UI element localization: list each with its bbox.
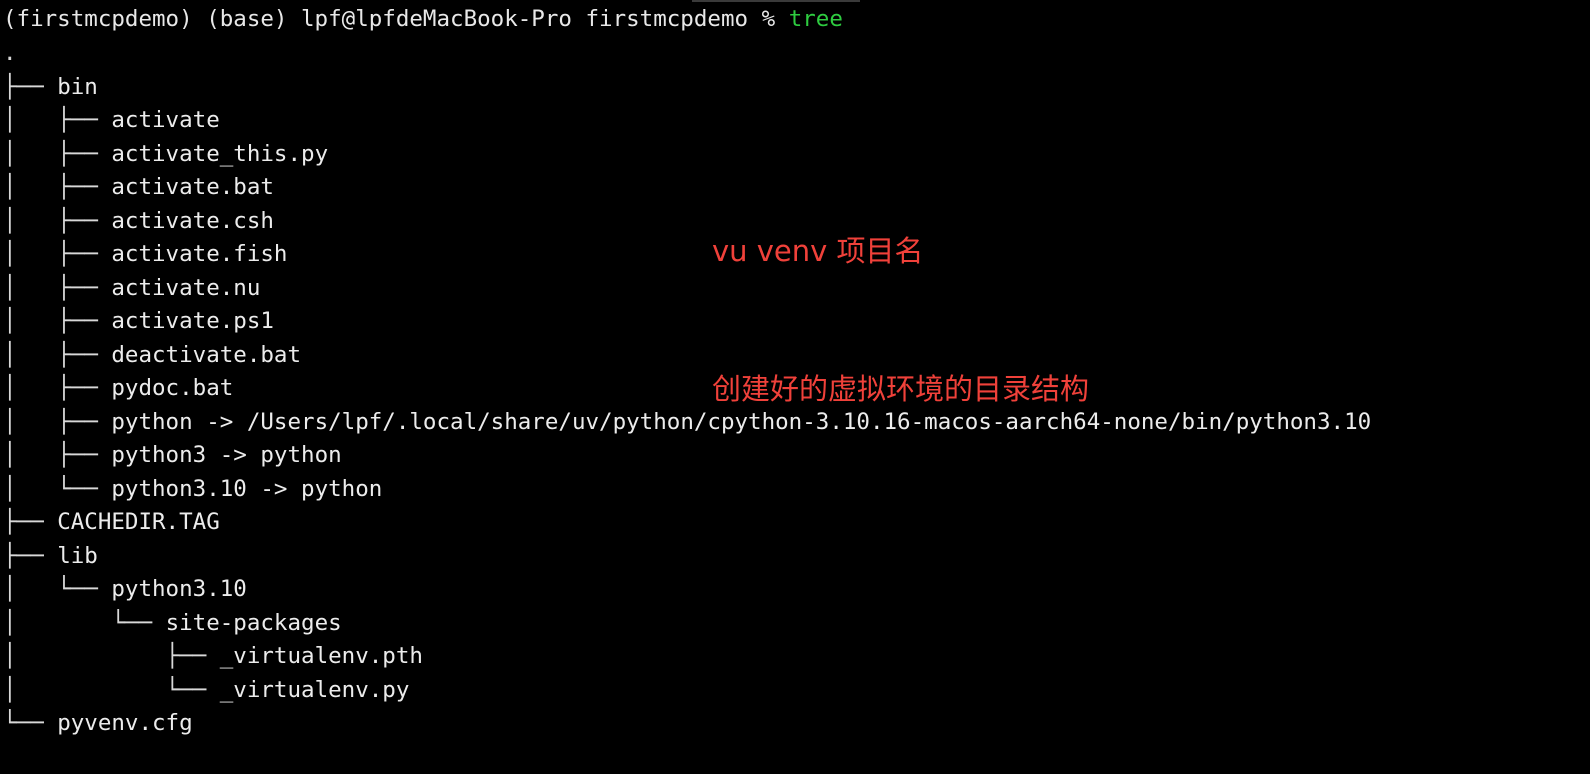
tree-guide: │ ├── (3, 341, 112, 368)
annotation: vu venv 项目名 创建好的虚拟环境的目录结构 (712, 136, 1089, 504)
tree-row: │ └── site-packages (3, 606, 342, 640)
tree-entry-name: site-packages (165, 609, 342, 636)
tree-row: │ └── python3.10 (3, 572, 247, 606)
tree-entry-name: activate (111, 107, 220, 133)
tree-row: │ ├── pydoc.bat (3, 371, 233, 405)
tree-entry-name: activate.fish (111, 241, 288, 267)
tree-row: │ ├── deactivate.bat (3, 338, 301, 372)
tree-row: └── pyvenv.cfg (3, 706, 193, 740)
tree-guide: │ ├── (3, 140, 112, 167)
annotation-line-2: 创建好的虚拟环境的目录结构 (712, 372, 1090, 406)
tree-entry-name: activate.nu (111, 274, 261, 301)
tree-entry-name: activate.csh (111, 207, 274, 234)
tree-guide: │ ├── (3, 174, 112, 200)
tree-row: │ └── _virtualenv.py (3, 673, 409, 707)
tree-entry-name: _virtualenv.pth (219, 643, 423, 669)
tree-entry-name: pyvenv.cfg (57, 710, 193, 736)
tree-row: │ ├── _virtualenv.pth (3, 639, 423, 673)
tree-row: │ ├── activate_this.py (3, 137, 328, 171)
tree-guide: │ ├── (3, 274, 112, 301)
command-text: tree (788, 6, 843, 32)
tree-guide: ├── (3, 509, 58, 535)
tree-guide: │ ├── (3, 408, 112, 435)
tree-row: │ ├── activate (3, 103, 220, 137)
tree-guide: ├── (3, 542, 58, 569)
tree-row: │ ├── activate.fish (3, 237, 287, 271)
tree-row: │ ├── python -> /Users/lpf/.local/share/… (3, 405, 1371, 439)
tree-entry-name: CACHEDIR.TAG (57, 509, 220, 535)
tree-guide: │ ├── (3, 442, 112, 468)
tree-entry-name: _virtualenv.py (219, 676, 410, 703)
tree-row: │ ├── activate.csh (3, 204, 274, 238)
annotation-line-1: vu venv 项目名 (712, 234, 924, 268)
tree-row: . (3, 36, 17, 70)
tree-row: ├── lib (3, 539, 98, 573)
tree-entry-name: activate_this.py (111, 140, 329, 167)
tree-row: │ ├── python3 -> python (3, 438, 342, 472)
tree-guide: │ └── (3, 576, 112, 602)
tree-entry-name: python3 -> python (111, 442, 342, 468)
tree-entry-name: pydoc.bat (111, 375, 234, 401)
tree-row: ├── CACHEDIR.TAG (3, 505, 220, 539)
tree-guide: └── (3, 710, 58, 736)
tree-guide: │ └── (3, 609, 166, 636)
prompt-line: (firstmcpdemo) (base) lpf@lpfdeMacBook-P… (3, 2, 843, 36)
tree-guide: │ ├── (3, 375, 112, 401)
tree-row: ├── bin (3, 70, 98, 104)
tree-guide: │ └── (3, 475, 112, 502)
tree-row: │ ├── activate.bat (3, 170, 274, 204)
tree-guide: │ ├── (3, 308, 112, 334)
tree-guide: │ ├── (3, 241, 112, 267)
tree-row: │ ├── activate.nu (3, 271, 260, 305)
tree-row: │ ├── activate.ps1 (3, 304, 274, 338)
tree-entry-name: activate.bat (111, 174, 274, 200)
terminal-window[interactable]: (firstmcpdemo) (base) lpf@lpfdeMacBook-P… (0, 0, 1590, 774)
tree-row: │ └── python3.10 -> python (3, 472, 382, 506)
tree-guide: │ ├── (3, 107, 112, 133)
tree-guide: │ ├── (3, 207, 112, 234)
tree-entry-name: lib (57, 542, 98, 569)
tree-guide: . (3, 40, 17, 66)
tree-entry-name: python3.10 (111, 576, 247, 602)
tree-entry-name: bin (57, 73, 98, 100)
tree-entry-name: python3.10 -> python (111, 475, 383, 502)
tree-entry-name: activate.ps1 (111, 308, 274, 334)
tree-guide: ├── (3, 73, 58, 100)
tree-guide: │ └── (3, 676, 220, 703)
prompt-text: (firstmcpdemo) (base) lpf@lpfdeMacBook-P… (3, 6, 789, 32)
tree-entry-name: deactivate.bat (111, 341, 302, 368)
tree-guide: │ ├── (3, 643, 220, 669)
